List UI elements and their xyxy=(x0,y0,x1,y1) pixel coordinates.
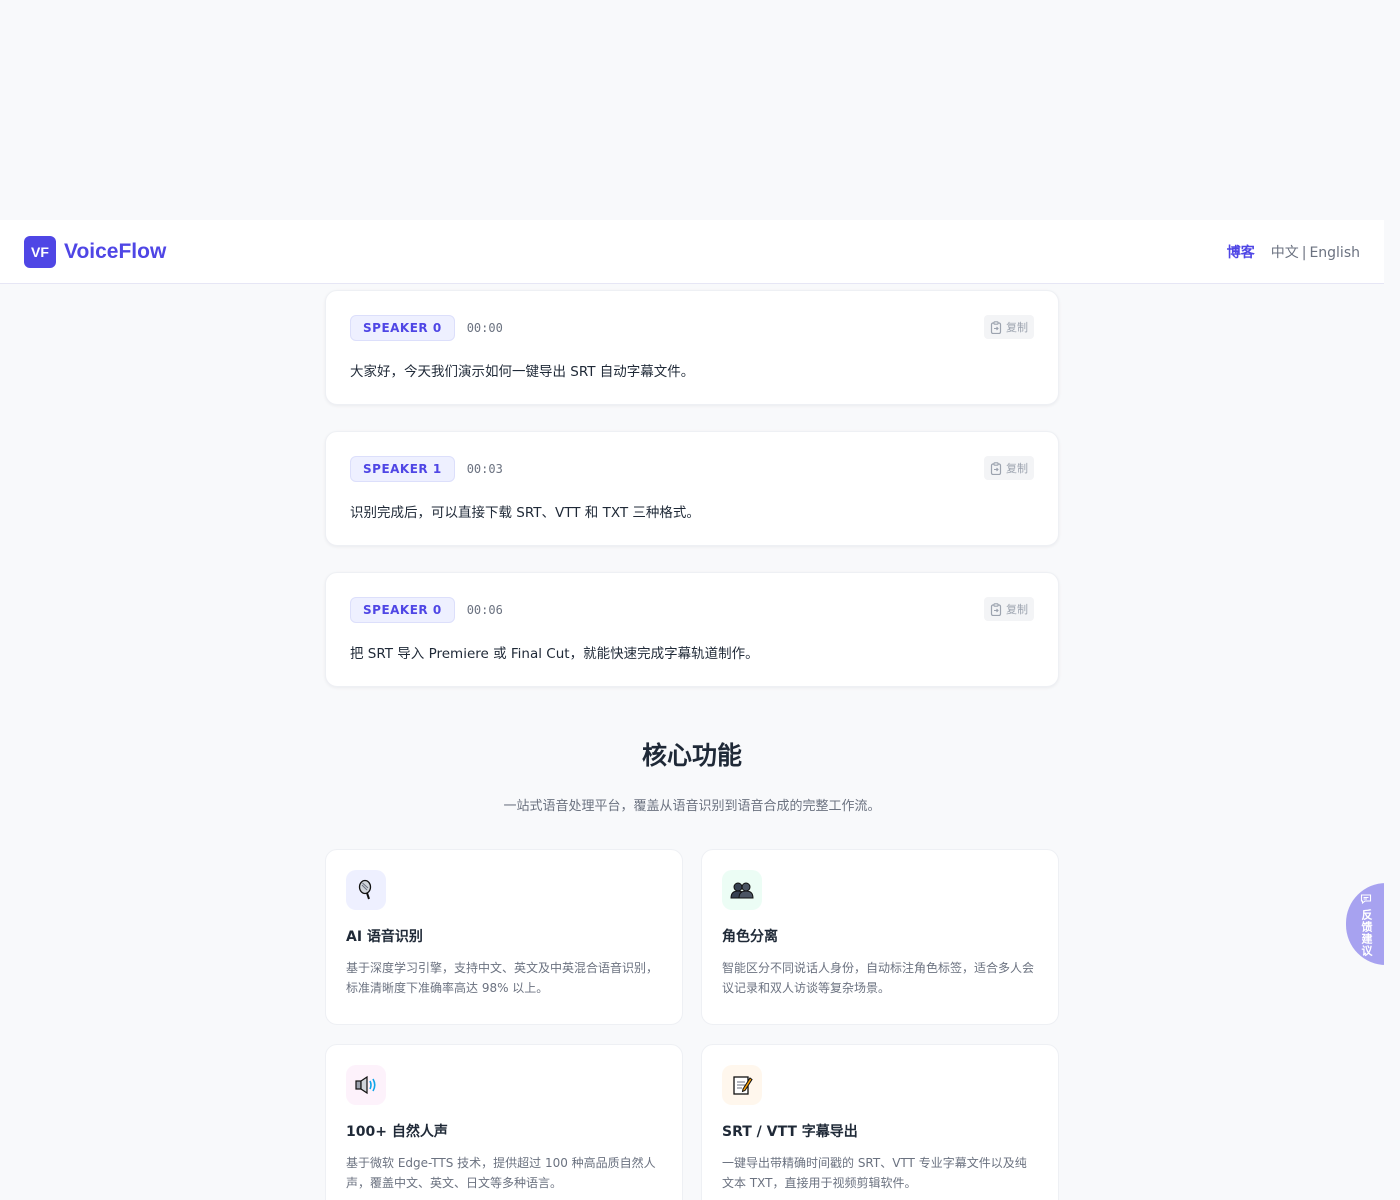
top-blank-area xyxy=(0,0,1400,220)
brand-logo: VF xyxy=(24,235,56,268)
lang-separator: | xyxy=(1301,244,1307,261)
speakers-icon xyxy=(722,870,762,910)
nav-links: 博客 中文 | English xyxy=(1227,242,1360,262)
feature-desc: 一键导出带精确时间戳的 SRT、VTT 专业字幕文件以及纯文本 TXT，直接用于… xyxy=(722,1156,1027,1190)
microphone-icon xyxy=(346,870,386,910)
transcript-text: 识别完成后，可以直接下载 SRT、VTT 和 TXT 三种格式。 xyxy=(350,505,700,521)
feature-card: 角色分离 智能区分不同说话人身份，自动标注角色标签，适合多人会议记录和双人访谈等… xyxy=(701,849,1059,1025)
lang-zh-link[interactable]: 中文 xyxy=(1271,245,1299,261)
features-title: 核心功能 xyxy=(641,741,742,770)
scrollbar[interactable] xyxy=(1384,0,1400,1200)
feature-title: SRT / VTT 字幕导出 xyxy=(722,1124,858,1140)
timestamp: 00:00 xyxy=(466,321,503,335)
language-switcher: 中文 | English xyxy=(1271,242,1360,262)
feature-title: AI 语音识别 xyxy=(346,929,423,945)
transcript-card: SPEAKER 0 00:00 复制 大家好，今天我们演示如何一键导出 SRT … xyxy=(325,290,1059,405)
speaker-badge: SPEAKER 0 xyxy=(350,597,455,623)
nav-blog-link[interactable]: 博客 xyxy=(1227,242,1255,262)
lang-en-link[interactable]: English xyxy=(1309,245,1360,261)
top-navbar: VF VoiceFlow 博客 中文 | English xyxy=(0,220,1384,284)
transcript-list: SPEAKER 0 00:00 复制 大家好，今天我们演示如何一键导出 SRT … xyxy=(325,290,1059,713)
timestamp: 00:06 xyxy=(466,603,503,617)
feature-desc: 基于深度学习引擎，支持中文、英文及中英混合语音识别，标准清晰度下准确率高达 98… xyxy=(346,961,659,995)
feature-grid: AI 语音识别 基于深度学习引擎，支持中文、英文及中英混合语音识别，标准清晰度下… xyxy=(325,849,1059,1200)
copy-button[interactable]: 复制 xyxy=(984,315,1034,339)
clipboard-icon xyxy=(990,602,1002,616)
transcript-card: SPEAKER 1 00:03 复制 识别完成后，可以直接下载 SRT、VTT … xyxy=(325,431,1059,546)
speaker-volume-icon xyxy=(346,1065,386,1105)
clipboard-icon xyxy=(990,461,1002,475)
copy-label: 复制 xyxy=(1006,603,1028,616)
brand[interactable]: VF VoiceFlow xyxy=(24,235,167,268)
feature-desc: 基于微软 Edge-TTS 技术，提供超过 100 种高品质自然人声，覆盖中文、… xyxy=(346,1156,656,1190)
speaker-badge: SPEAKER 0 xyxy=(350,315,455,341)
feature-desc: 智能区分不同说话人身份，自动标注角色标签，适合多人会议记录和双人访谈等复杂场景。 xyxy=(722,961,1035,995)
feedback-label: 反馈建议 xyxy=(1360,909,1373,957)
clipboard-icon xyxy=(990,320,1002,334)
chat-icon xyxy=(1360,894,1372,905)
transcript-card: SPEAKER 0 00:06 复制 把 SRT 导入 Premiere 或 F… xyxy=(325,572,1059,687)
feature-title: 角色分离 xyxy=(722,929,778,945)
copy-label: 复制 xyxy=(1006,462,1028,475)
transcript-text: 把 SRT 导入 Premiere 或 Final Cut，就能快速完成字幕轨道… xyxy=(350,646,759,662)
speaker-badge: SPEAKER 1 xyxy=(350,456,455,482)
copy-button[interactable]: 复制 xyxy=(984,597,1034,621)
feature-card: AI 语音识别 基于深度学习引擎，支持中文、英文及中英混合语音识别，标准清晰度下… xyxy=(325,849,683,1025)
feedback-button[interactable]: 反馈建议 xyxy=(1346,883,1386,965)
feature-card: 100+ 自然人声 基于微软 Edge-TTS 技术，提供超过 100 种高品质… xyxy=(325,1044,683,1200)
timestamp: 00:03 xyxy=(466,462,503,476)
transcript-text: 大家好，今天我们演示如何一键导出 SRT 自动字幕文件。 xyxy=(350,364,695,380)
memo-icon xyxy=(722,1065,762,1105)
copy-label: 复制 xyxy=(1006,321,1028,334)
copy-button[interactable]: 复制 xyxy=(984,456,1034,480)
features-subtitle: 一站式语音处理平台，覆盖从语音识别到语音合成的完整工作流。 xyxy=(503,799,881,814)
brand-name: VoiceFlow xyxy=(64,239,167,263)
feature-card: SRT / VTT 字幕导出 一键导出带精确时间戳的 SRT、VTT 专业字幕文… xyxy=(701,1044,1059,1200)
feature-title: 100+ 自然人声 xyxy=(346,1124,448,1140)
